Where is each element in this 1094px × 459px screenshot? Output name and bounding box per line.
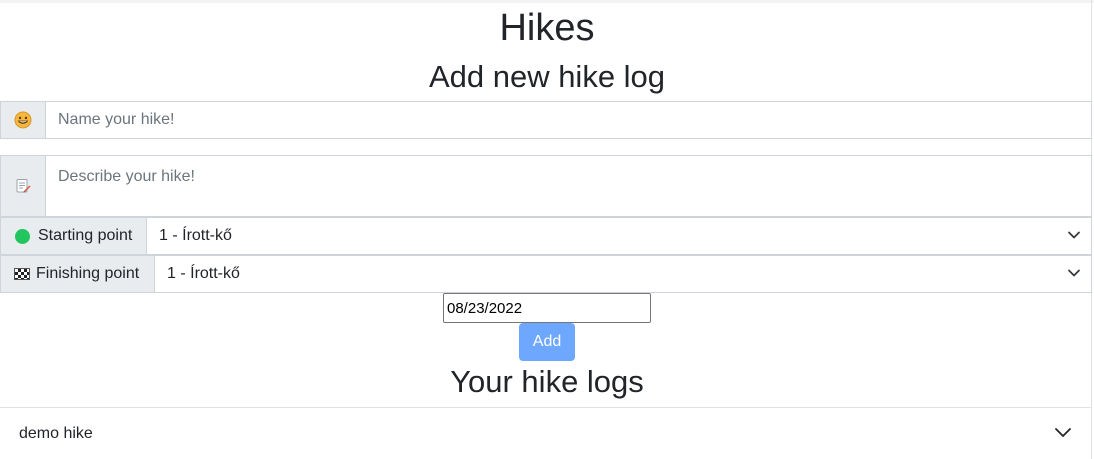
hike-description-group: Describe your hike! (0, 155, 1092, 217)
grinning-face-icon (0, 101, 46, 139)
starting-point-addon: Starting point (0, 217, 147, 255)
chevron-down-icon (1067, 227, 1081, 245)
hike-description-input[interactable]: Describe your hike! (46, 155, 1092, 217)
logs-section-title: Your hike logs (450, 364, 644, 399)
add-button[interactable]: Add (519, 323, 575, 361)
finishing-point-label: Finishing point (36, 265, 140, 282)
starting-point-group: Starting point 1 - Írott-kő (0, 217, 1092, 255)
finishing-point-value: 1 - Írott-kő (167, 265, 240, 282)
chevron-down-icon (1067, 265, 1081, 283)
add-section-title: Add new hike log (428, 59, 666, 94)
starting-point-value: 1 - Írott-kő (159, 227, 232, 244)
finishing-point-select[interactable]: 1 - Írott-kő (155, 255, 1092, 293)
checkered-flag-icon (14, 268, 30, 280)
memo-pencil-icon (0, 155, 46, 217)
page-title: Hikes (499, 7, 595, 49)
hike-log-name: demo hike (19, 424, 93, 442)
starting-point-label: Starting point (38, 227, 133, 244)
starting-point-select[interactable]: 1 - Írott-kő (147, 217, 1092, 255)
page: Hikes Add new hike log Name your hike! D… (0, 0, 1094, 459)
finishing-point-group: Finishing point 1 - Írott-kő (0, 255, 1092, 293)
hike-date-input[interactable]: 08/23/2022 (443, 293, 651, 323)
hike-name-input[interactable]: Name your hike! (46, 101, 1092, 139)
chevron-down-icon[interactable] (1054, 425, 1072, 443)
top-strip (0, 0, 1094, 3)
hike-log-item[interactable]: demo hike (0, 407, 1092, 459)
green-circle-icon (15, 228, 30, 244)
hike-name-group: Name your hike! (0, 101, 1092, 139)
finishing-point-addon: Finishing point (0, 255, 155, 293)
